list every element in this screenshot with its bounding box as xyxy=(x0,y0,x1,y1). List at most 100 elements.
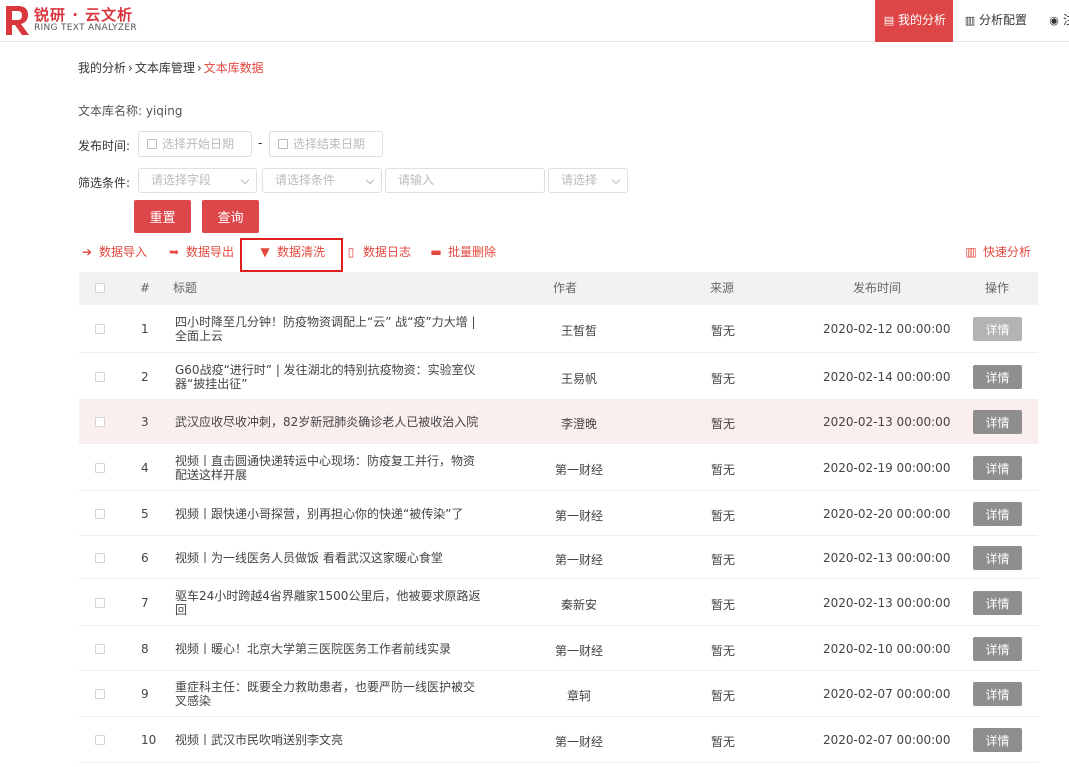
detail-button[interactable]: 详情 xyxy=(973,637,1022,661)
library-name: 文本库名称: yiqing xyxy=(78,102,182,119)
row-index: 4 xyxy=(141,461,149,475)
row-publish-time: 2020-02-07 00:00:00 xyxy=(823,687,951,701)
row-author: 第一财经 xyxy=(554,463,603,477)
calendar-icon xyxy=(278,139,288,149)
chevron-down-icon xyxy=(240,175,250,185)
row-publish-time: 2020-02-19 00:00:00 xyxy=(823,461,951,475)
row-title[interactable]: 驱车24小时跨越4省界離家1500公里后，他被要求原路返回 xyxy=(175,589,481,617)
chevron-down-icon xyxy=(611,175,621,185)
detail-button[interactable]: 详情 xyxy=(973,317,1022,341)
table-header: # 标题 作者 来源 发布时间 操作 xyxy=(79,272,1038,305)
row-source: 暂无 xyxy=(711,644,736,658)
nav-user[interactable]: ◉注 xyxy=(1040,0,1069,42)
option-select[interactable]: 请选择 xyxy=(548,168,628,193)
import-icon: ➔ xyxy=(81,245,93,259)
detail-button[interactable]: 详情 xyxy=(973,502,1022,526)
detail-button[interactable]: 详情 xyxy=(973,728,1022,752)
row-index: 10 xyxy=(141,733,157,747)
row-index: 3 xyxy=(141,415,149,429)
row-checkbox[interactable] xyxy=(95,324,105,334)
bar-chart-icon: ▥ xyxy=(964,14,976,27)
user-icon: ◉ xyxy=(1049,14,1059,27)
row-source: 暂无 xyxy=(711,553,736,567)
quick-analysis-button[interactable]: ▥ 快速分析 xyxy=(964,243,1031,261)
row-publish-time: 2020-02-07 00:00:00 xyxy=(823,733,951,747)
row-title[interactable]: 重症科主任：既要全力救助患者，也要严防一线医护被交叉感染 xyxy=(175,680,481,708)
row-checkbox[interactable] xyxy=(95,417,105,427)
row-title[interactable]: 四小时降至几分钟！防疫物资调配上“云” 战“疫”力大增 | 全面上云 xyxy=(175,315,481,343)
detail-button[interactable]: 详情 xyxy=(973,410,1022,434)
chevron-right-icon: › xyxy=(128,61,133,75)
detail-button[interactable]: 详情 xyxy=(973,591,1022,615)
row-checkbox[interactable] xyxy=(95,735,105,745)
row-title[interactable]: 武汉应收尽收冲刺，82岁新冠肺炎确诊老人已被收治入院 xyxy=(175,415,481,429)
export-icon: ➥ xyxy=(168,245,180,259)
row-checkbox[interactable] xyxy=(95,509,105,519)
header-source: 来源 xyxy=(710,281,735,295)
detail-button[interactable]: 详情 xyxy=(973,365,1022,389)
chevron-down-icon xyxy=(365,175,375,185)
date-separator: - xyxy=(258,136,263,150)
calendar-icon xyxy=(147,139,157,149)
row-title[interactable]: 视频丨暖心！北京大学第三医院医务工作者前线实录 xyxy=(175,642,481,656)
row-publish-time: 2020-02-14 00:00:00 xyxy=(823,370,951,384)
row-checkbox[interactable] xyxy=(95,372,105,382)
row-title[interactable]: 视频丨为一线医务人员做饭 看看武汉这家暖心食堂 xyxy=(175,551,481,565)
row-source: 暂无 xyxy=(711,509,736,523)
condition-select[interactable]: 请选择条件 xyxy=(262,168,382,193)
table-row: 2 G60战疫“进行时” | 发往湖北的特别抗疫物资：实验室仪器“披挂出征” 王易帆… xyxy=(79,353,1038,400)
breadcrumb-library-manage[interactable]: 文本库管理 xyxy=(135,61,195,75)
value-input[interactable]: 请输入 xyxy=(385,168,545,193)
bar-chart-icon: ▥ xyxy=(965,245,977,259)
filter-label: 筛选条件: xyxy=(78,176,131,190)
end-date-input[interactable]: 选择结束日期 xyxy=(269,131,383,157)
row-source: 暂无 xyxy=(711,417,736,431)
table-row: 10 视频丨武汉市民吹哨送别李文亮 第一财经 暂无 2020-02-07 00:00:0… xyxy=(79,717,1038,763)
row-author: 第一财经 xyxy=(554,509,603,523)
row-index: 7 xyxy=(141,596,149,610)
breadcrumb-library-data: 文本库数据 xyxy=(203,61,264,75)
row-title[interactable]: G60战疫“进行时” | 发往湖北的特别抗疫物资：实验室仪器“披挂出征” xyxy=(175,363,481,391)
row-author: 第一财经 xyxy=(554,553,603,567)
start-date-input[interactable]: 选择开始日期 xyxy=(138,131,252,157)
breadcrumb: 我的分析 › 文本库管理 › 文本库数据 xyxy=(78,59,264,76)
row-title[interactable]: 视频丨跟快递小哥探营，别再担心你的快递“被传染”了 xyxy=(175,507,481,521)
row-title[interactable]: 视频丨直击圆通快递转运中心现场：防疫复工并行，物资配送这样开展 xyxy=(175,454,481,482)
nav-analysis-config[interactable]: ▥ 分析配置 xyxy=(956,0,1035,42)
query-button[interactable]: 查询 xyxy=(202,200,259,233)
nav-my-analysis[interactable]: ▤ 我的分析 xyxy=(875,0,953,42)
detail-button[interactable]: 详情 xyxy=(973,682,1022,706)
row-checkbox[interactable] xyxy=(95,644,105,654)
data-export-button[interactable]: ➥ 数据导出 xyxy=(167,243,234,261)
data-log-button[interactable]: ▯ 数据日志 xyxy=(344,243,411,261)
batch-delete-button[interactable]: ▬ 批量删除 xyxy=(429,243,496,261)
header-title: 标题 xyxy=(173,281,198,295)
header-author: 作者 xyxy=(553,281,578,295)
table-row: 8 视频丨暖心！北京大学第三医院医务工作者前线实录 第一财经 暂无 2020-02-10… xyxy=(79,626,1038,671)
row-publish-time: 2020-02-10 00:00:00 xyxy=(823,642,951,656)
select-all-checkbox[interactable] xyxy=(95,283,105,293)
row-title[interactable]: 视频丨武汉市民吹哨送别李文亮 xyxy=(175,733,481,747)
publish-time-label: 发布时间: xyxy=(78,139,131,153)
row-checkbox[interactable] xyxy=(95,689,105,699)
reset-button[interactable]: 重置 xyxy=(134,200,191,233)
header-index: # xyxy=(140,281,151,295)
logo-title: 锐研 · 云文析 xyxy=(34,6,134,24)
row-checkbox[interactable] xyxy=(95,463,105,473)
breadcrumb-my-analysis[interactable]: 我的分析 xyxy=(78,61,126,75)
row-checkbox[interactable] xyxy=(95,598,105,608)
logo-subtitle: RING TEXT ANALYZER xyxy=(34,23,137,33)
header-action: 操作 xyxy=(985,281,1010,295)
library-name-label: 文本库名称: xyxy=(78,104,143,118)
row-author: 王皙皙 xyxy=(560,324,597,338)
row-index: 2 xyxy=(141,370,149,384)
detail-button[interactable]: 详情 xyxy=(973,456,1022,480)
data-import-button[interactable]: ➔ 数据导入 xyxy=(80,243,147,261)
row-publish-time: 2020-02-13 00:00:00 xyxy=(823,596,951,610)
table-row: 5 视频丨跟快递小哥探营，别再担心你的快递“被传染”了 第一财经 暂无 2020-02-… xyxy=(79,491,1038,536)
row-publish-time: 2020-02-20 00:00:00 xyxy=(823,507,951,521)
row-checkbox[interactable] xyxy=(95,553,105,563)
detail-button[interactable]: 详情 xyxy=(973,546,1022,570)
chevron-right-icon: › xyxy=(196,61,202,75)
field-select[interactable]: 请选择字段 xyxy=(138,168,257,193)
